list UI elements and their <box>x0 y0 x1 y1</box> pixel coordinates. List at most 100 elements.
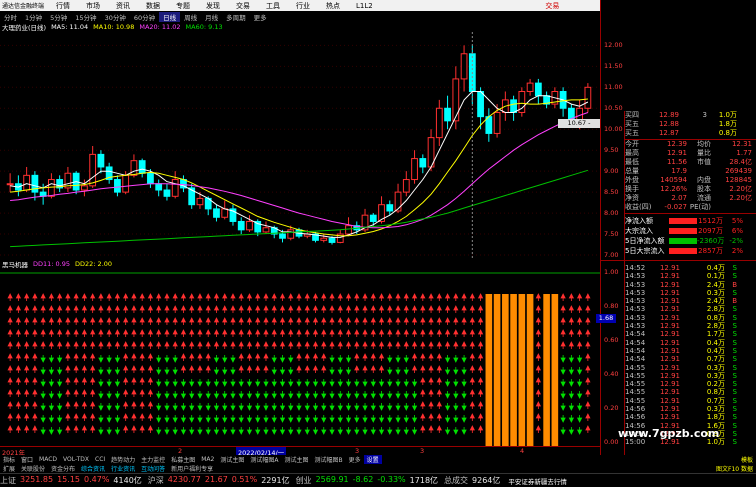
down-arrow-icon <box>180 379 187 387</box>
down-arrow-icon <box>98 355 104 363</box>
indicator-tab[interactable]: 趋势动力 <box>108 455 138 464</box>
up-arrow-icon <box>436 293 442 301</box>
up-arrow-icon <box>428 329 434 337</box>
up-arrow-icon <box>98 305 104 313</box>
stat-value <box>711 203 752 212</box>
up-arrow-icon <box>395 329 401 337</box>
indicator-tab[interactable]: 窗口 <box>18 455 36 464</box>
menu-item-tools[interactable]: 工具 <box>258 1 288 11</box>
menu-item-news[interactable]: 资讯 <box>108 1 138 11</box>
up-arrow-icon <box>296 365 302 373</box>
stat-value: 12.39 <box>666 140 687 148</box>
period-tab[interactable]: 日线 <box>159 11 181 22</box>
menu-item-data[interactable]: 数据 <box>138 1 168 11</box>
down-arrow-icon <box>263 415 269 423</box>
up-arrow-icon <box>535 353 541 361</box>
menu-item-l1l2[interactable]: L1L2 <box>348 2 381 10</box>
down-arrow-icon <box>321 391 327 399</box>
down-arrow-icon <box>279 415 286 423</box>
up-arrow-icon <box>131 425 137 433</box>
indicator-tab[interactable]: VOL-TDX <box>60 456 92 463</box>
period-tab[interactable]: 1分钟 <box>21 12 46 22</box>
up-arrow-icon <box>205 293 211 301</box>
indicator-tab[interactable]: MA2 <box>198 456 217 463</box>
period-tab[interactable]: 5分钟 <box>46 12 71 22</box>
up-arrow-icon <box>535 365 541 373</box>
up-arrow-icon <box>585 389 591 397</box>
up-arrow-icon <box>73 389 79 397</box>
down-arrow-icon <box>411 403 418 411</box>
indicator-tab[interactable]: 测试幅图B <box>311 455 345 464</box>
news-ticker[interactable]: 平安证券新疆去行情 <box>508 476 567 486</box>
up-arrow-icon <box>312 293 319 301</box>
tick-list[interactable]: 14:52 12.91 0.4万 S 14:53 12.91 0.1万 S 14:53 12.91… <box>625 264 756 446</box>
period-tab[interactable]: 60分钟 <box>130 12 159 22</box>
info-tab[interactable]: 扩展 <box>0 464 18 473</box>
candle <box>155 179 163 197</box>
signal-bar <box>493 294 501 446</box>
index-hs[interactable]: 沪深 4230.77 21.67 0.51% 2291亿 <box>148 475 290 486</box>
down-arrow-icon <box>387 403 393 411</box>
info-tab[interactable]: 互动问答 <box>138 464 168 473</box>
down-arrow-icon <box>255 427 261 435</box>
up-arrow-icon <box>32 341 38 349</box>
down-arrow-icon <box>296 403 302 411</box>
down-arrow-icon <box>57 391 63 399</box>
menu-item-discover[interactable]: 发现 <box>198 1 228 11</box>
f10-button[interactable]: 图文F10 数据 <box>713 464 756 473</box>
info-tab[interactable]: 资金分布 <box>48 464 78 473</box>
template-button[interactable]: 模板 <box>741 455 756 464</box>
period-tab[interactable]: 多周期 <box>222 12 250 22</box>
up-arrow-icon <box>23 329 30 337</box>
down-arrow-icon <box>288 367 294 375</box>
trade-quick-button[interactable]: 交易 <box>537 1 567 11</box>
indicator-tab[interactable]: MACD <box>36 456 60 463</box>
indicator-tab[interactable]: 指标 <box>0 455 18 464</box>
up-arrow-icon <box>304 341 310 349</box>
candle <box>543 91 550 109</box>
period-tab[interactable]: 更多 <box>250 12 271 22</box>
period-tab[interactable]: 周线 <box>180 12 201 22</box>
up-arrow-icon <box>568 341 575 349</box>
indicator-tab[interactable]: 测试幅图A <box>247 455 281 464</box>
menu-item-market[interactable]: 行情 <box>48 1 78 11</box>
index-cy[interactable]: 创业 2569.91 -8.62 -0.33% 1718亿 <box>296 475 438 486</box>
period-tab[interactable]: 月线 <box>201 12 222 22</box>
indicator-tab[interactable]: 私募主图 <box>168 455 198 464</box>
up-arrow-icon <box>139 389 145 397</box>
info-tab[interactable]: 综合资讯 <box>78 464 108 473</box>
up-arrow-icon <box>428 305 434 313</box>
period-tab[interactable]: 15分钟 <box>71 12 100 22</box>
period-tab[interactable]: 分时 <box>0 12 21 22</box>
candlestick-chart[interactable] <box>0 32 600 260</box>
menu-item-markets[interactable]: 市场 <box>78 1 108 11</box>
menu-item-topics[interactable]: 专题 <box>168 1 198 11</box>
tick-volume: 2.4万 <box>706 280 725 289</box>
indicator-tab[interactable]: CCI <box>92 456 108 463</box>
indicator-tab[interactable]: 设置 <box>363 455 382 464</box>
period-tab[interactable]: 30分钟 <box>101 12 130 22</box>
info-tab[interactable]: 关联股份 <box>18 464 48 473</box>
info-tab[interactable]: 新用户福利专享 <box>168 464 216 473</box>
up-arrow-icon <box>304 305 310 313</box>
up-arrow-icon <box>164 317 170 325</box>
indicator-tab[interactable]: 测试主图 <box>217 455 247 464</box>
index-sh[interactable]: 上证 3251.85 15.15 0.47% 4140亿 <box>0 475 142 486</box>
dd22-label: DD22: 2.00 <box>75 259 113 268</box>
flow-pct: 5% <box>731 217 743 225</box>
info-tab[interactable]: 行业资讯 <box>108 464 138 473</box>
indicator-tab[interactable]: 更多 <box>346 455 364 464</box>
tick-price: 12.91 <box>659 413 680 422</box>
indicator-tab[interactable]: 主力监控 <box>138 455 168 464</box>
indicator-chart[interactable] <box>0 268 600 446</box>
flow-bar <box>669 218 697 224</box>
indicator-tab[interactable]: 测试主图 <box>281 455 311 464</box>
index-total: 总成交 9264亿 <box>444 476 501 485</box>
up-arrow-icon <box>477 425 484 433</box>
menu-item-hotspot[interactable]: 热点 <box>318 1 348 11</box>
up-arrow-icon <box>246 305 253 313</box>
stat-value: -0.027 <box>664 203 687 211</box>
menu-item-industry[interactable]: 行业 <box>288 1 318 11</box>
down-arrow-icon <box>279 403 286 411</box>
menu-item-trade[interactable]: 交易 <box>228 1 258 11</box>
